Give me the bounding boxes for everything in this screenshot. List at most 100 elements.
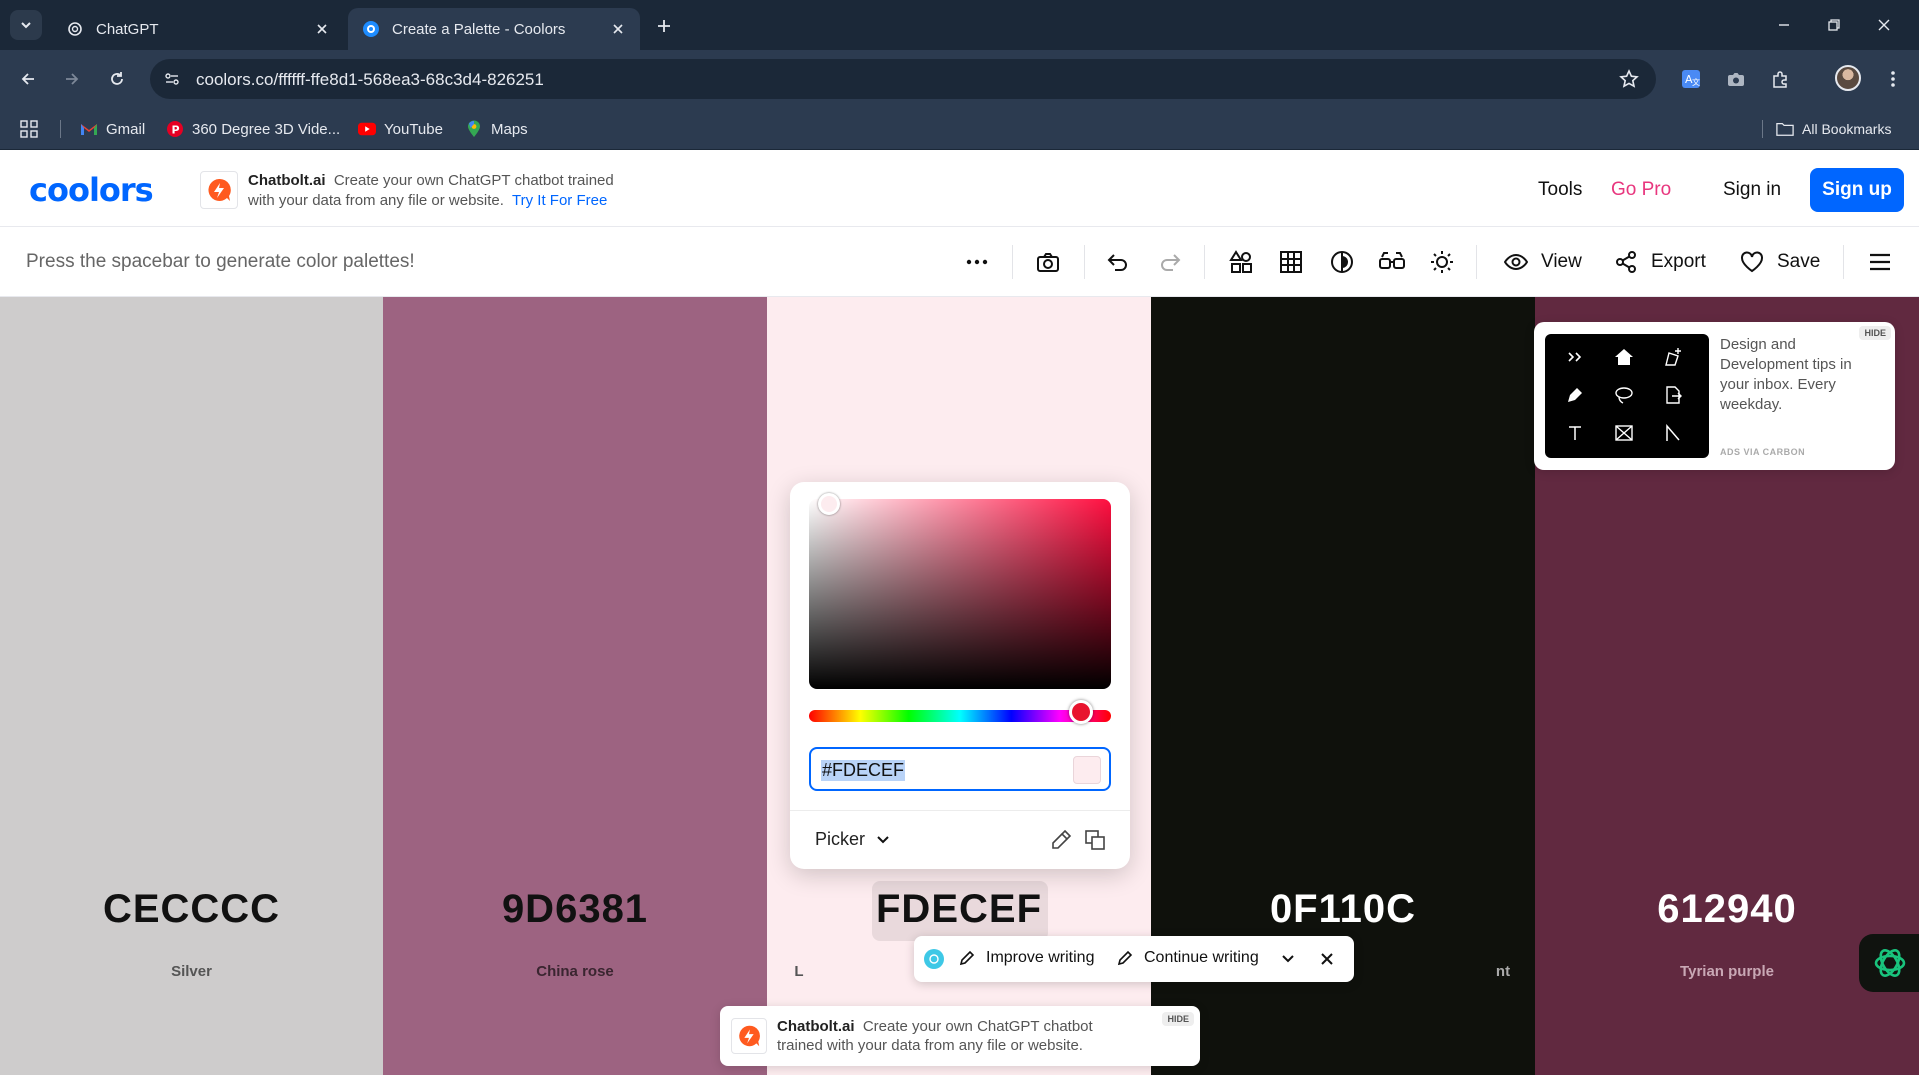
restore-button[interactable] [1820,12,1848,38]
hide-ad-button[interactable]: HIDE [1859,326,1891,340]
camera-icon[interactable] [1035,249,1061,275]
bookmark-pinterest[interactable]: P 360 Degree 3D Vide... [166,116,340,142]
chevron-down-icon [21,22,31,29]
hide-ad-button[interactable]: HIDE [1162,1012,1194,1026]
chevron-down-icon [875,832,891,848]
header-ad[interactable]: Chatbolt.ai Create your own ChatGPT chat… [200,169,640,213]
carbon-ad[interactable]: Design and Development tips in your inbo… [1534,322,1895,470]
tab-chatgpt[interactable]: ChatGPT [52,8,344,50]
openai-icon [66,20,84,38]
color-hex[interactable]: 9D6381 [383,887,767,932]
more-menu-icon[interactable] [1880,66,1906,92]
url-text: coolors.co/ffffff-ffe8d1-568ea3-68c3d4-8… [196,70,544,89]
apps-button[interactable] [20,116,46,142]
minimize-icon [1779,24,1789,26]
minimize-button[interactable] [1770,12,1798,38]
save-button[interactable]: Save [1739,248,1820,276]
close-icon[interactable] [608,19,628,39]
chatgpt-assistant-button[interactable] [1859,934,1919,992]
shapes-icon[interactable] [1228,249,1254,275]
text-tool-icon [1564,422,1586,444]
hue-handle[interactable] [1069,700,1093,724]
bottom-ad[interactable]: Chatbolt.ai Create your own ChatGPT chat… [720,1006,1200,1066]
palette-toolbar: Press the spacebar to generate color pal… [0,227,1919,297]
translate-icon[interactable]: A文 [1678,66,1704,92]
color-column[interactable]: 9D6381 China rose [383,297,767,1075]
pencil-icon [958,949,976,967]
go-pro-link[interactable]: Go Pro [1611,179,1671,201]
saturation-handle[interactable] [818,493,840,515]
grid-icon[interactable] [1278,249,1304,275]
redo-icon[interactable] [1157,249,1183,275]
home-icon [1613,346,1635,368]
arrow-right-icon [66,73,79,85]
extensions-icon[interactable] [1768,66,1794,92]
close-icon[interactable] [1317,949,1337,969]
color-column[interactable]: CECCCC Silver [0,297,383,1075]
color-hex[interactable]: 0F110C [1151,887,1535,932]
profile-avatar[interactable] [1835,65,1861,91]
eyedropper-icon[interactable] [1049,828,1073,852]
svg-text:P: P [172,124,180,137]
glasses-icon[interactable] [1379,249,1405,275]
angle-tool-icon [1662,422,1684,444]
close-window-button[interactable] [1870,12,1898,38]
tab-title: ChatGPT [96,20,159,38]
color-name: Silver [171,963,212,980]
view-button[interactable]: View [1503,248,1582,276]
export-button[interactable]: Export [1613,248,1706,276]
forward-button[interactable] [58,65,86,93]
camera-icon[interactable] [1723,66,1749,92]
frame-icon [1613,422,1635,444]
close-icon [1878,19,1890,31]
toolbar-divider [1084,245,1085,279]
color-hex[interactable]: FDECEF [767,887,1151,932]
coolors-logo[interactable]: coolors [29,171,154,209]
pencil-icon [1116,949,1134,967]
hex-input[interactable]: #FDECEF [809,747,1111,791]
more-options-icon[interactable] [964,249,990,275]
reload-button[interactable] [103,65,131,93]
tools-link[interactable]: Tools [1538,179,1582,201]
bookmark-maps[interactable]: Maps [465,116,528,142]
pen-add-icon [1662,346,1684,368]
bottom-ad-text: Chatbolt.ai Create your own ChatGPT chat… [777,1018,1093,1054]
site-settings-icon[interactable] [160,67,184,91]
header-ad-cta[interactable]: Try It For Free [512,192,607,209]
site-header: coolors Chatbolt.ai Create your own Chat… [0,151,1919,227]
brightness-icon[interactable] [1429,249,1455,275]
saturation-value-area[interactable] [809,493,1111,689]
back-button[interactable] [14,65,42,93]
bookmark-gmail[interactable]: Gmail [80,116,145,142]
carbon-ad-via[interactable]: ADS VIA CARBON [1720,447,1805,457]
continue-writing-button[interactable]: Continue writing [1116,949,1259,967]
bookmark-youtube[interactable]: YouTube [358,116,443,142]
bookmark-star-icon[interactable] [1618,68,1640,90]
close-icon[interactable] [312,19,332,39]
bookmarks-bar: Gmail P 360 Degree 3D Vide... YouTube Ma… [0,108,1919,150]
sign-up-button[interactable]: Sign up [1810,168,1904,212]
compare-icon[interactable] [1083,828,1107,852]
folder-icon [1776,120,1794,138]
sign-in-link[interactable]: Sign in [1723,179,1781,201]
all-bookmarks[interactable]: All Bookmarks [1776,116,1891,142]
apps-grid-icon [20,120,38,138]
chevron-down-icon[interactable] [1278,949,1298,969]
hue-slider[interactable] [809,710,1111,722]
picker-mode-dropdown[interactable]: Picker [815,829,891,850]
improve-writing-button[interactable]: Improve writing [958,949,1094,967]
writing-assistant-bar: Improve writing Continue writing [914,936,1354,982]
color-hex[interactable]: CECCCC [0,887,383,932]
color-hex[interactable]: 612940 [1535,887,1919,932]
chatbolt-logo-icon [731,1018,767,1054]
toolbar-divider [1843,245,1844,279]
new-tab-button[interactable] [652,14,676,38]
undo-icon[interactable] [1105,249,1131,275]
contrast-icon[interactable] [1329,249,1355,275]
tab-coolors[interactable]: Create a Palette - Coolors [348,8,640,50]
hamburger-menu-icon[interactable] [1867,249,1893,275]
address-bar[interactable]: coolors.co/ffffff-ffe8d1-568ea3-68c3d4-8… [150,59,1656,99]
openai-icon [924,949,944,969]
bookmarks-divider [1762,120,1763,138]
tab-search-button[interactable] [10,10,42,40]
